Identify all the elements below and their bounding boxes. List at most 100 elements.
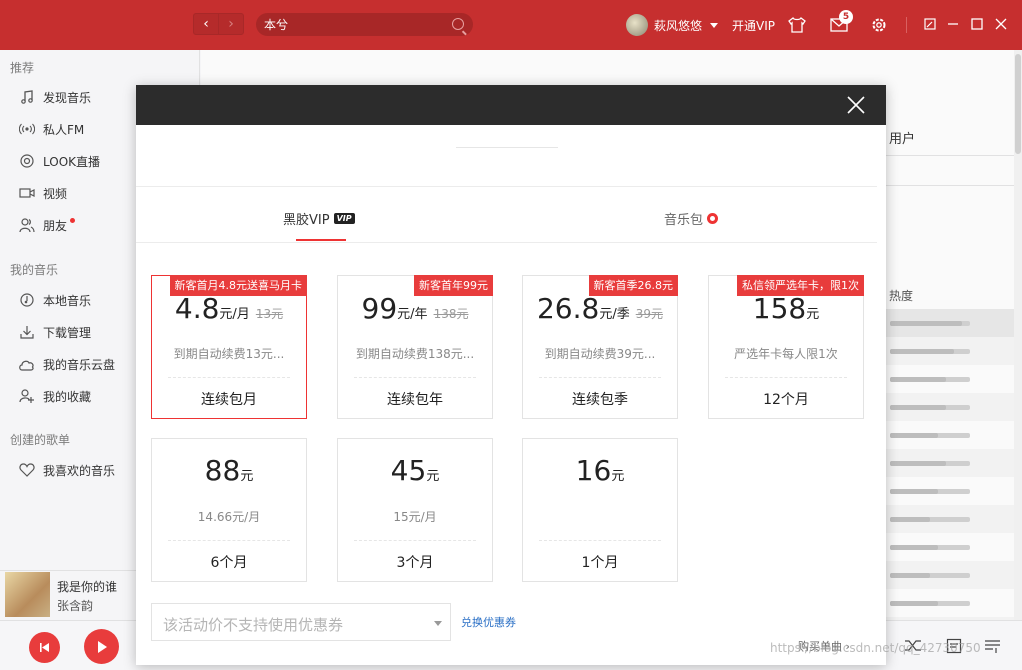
plan-card[interactable]: 私信领严选年卡，限1次 158元 严选年卡每人限1次 12个月 — [708, 275, 864, 419]
result-row[interactable] — [886, 561, 1014, 589]
result-row[interactable] — [886, 421, 1014, 449]
popularity-fill — [890, 489, 938, 494]
plan-card[interactable]: 16元 1个月 — [522, 438, 678, 582]
dashed-divider — [354, 540, 476, 541]
heart-icon — [18, 462, 35, 479]
local-music-icon — [18, 292, 35, 309]
sidebar-item-label: 本地音乐 — [43, 293, 92, 308]
plan-description: 15元/月 — [393, 510, 437, 524]
dashed-divider — [539, 540, 661, 541]
price-unit: 元 — [426, 469, 440, 484]
result-row[interactable] — [886, 533, 1014, 561]
tab-music-pack[interactable]: 音乐包 — [664, 209, 719, 228]
plan-card[interactable]: 新客首年99元 99元/年 138元 到期自动续费138元... 连续包年 — [337, 275, 493, 419]
popularity-fill — [890, 377, 946, 382]
sidebar-item-label: 下载管理 — [43, 325, 92, 340]
section-title-created-playlists: 创建的歌单 — [10, 433, 71, 447]
plan-description: 到期自动续费13元... — [173, 347, 285, 361]
vip-icon: VIP — [333, 213, 355, 224]
section-title-my-music: 我的音乐 — [10, 263, 59, 277]
search-input[interactable] — [264, 13, 449, 36]
cloud-icon — [18, 356, 35, 373]
popularity-bar — [890, 377, 970, 382]
forward-button[interactable]: › — [218, 14, 243, 34]
plan-card[interactable]: 新客首季26.8元 26.8元/季 39元 到期自动续费39元... 连续包季 — [522, 275, 678, 419]
plan-price: 88元 — [152, 454, 306, 487]
coupon-select[interactable]: 该活动价不支持使用优惠券 — [151, 603, 451, 641]
back-button[interactable]: ‹ — [194, 14, 218, 34]
popularity-fill — [890, 601, 938, 606]
plan-term: 1个月 — [581, 555, 619, 571]
gear-icon[interactable] — [868, 14, 890, 36]
collection-icon — [18, 388, 35, 405]
original-price: 39元 — [635, 307, 663, 321]
tab-label: 音乐包 — [664, 213, 704, 228]
result-row[interactable] — [886, 477, 1014, 505]
plan-term: 6个月 — [210, 555, 248, 571]
song-title[interactable]: 我是你的谁 — [57, 578, 117, 595]
divider — [886, 155, 1014, 156]
tab-black-vip[interactable]: 黑胶VIP VIP — [283, 209, 355, 228]
plan-description: 到期自动续费138元... — [355, 347, 475, 361]
result-row[interactable] — [886, 589, 1014, 617]
video-icon — [18, 185, 35, 202]
plan-price: 99元/年 138元 — [338, 292, 492, 325]
maximize-icon[interactable] — [967, 14, 987, 34]
song-artist[interactable]: 张含韵 — [57, 597, 93, 614]
result-row[interactable] — [886, 393, 1014, 421]
plan-term: 3个月 — [396, 555, 434, 571]
result-row[interactable] — [886, 309, 1014, 337]
tab-label: 黑胶VIP — [283, 213, 330, 228]
sidebar-item-label: 我的音乐云盘 — [43, 357, 116, 372]
main-scrollbar[interactable] — [1014, 50, 1022, 620]
dashed-divider — [168, 540, 290, 541]
plan-card[interactable]: 新客首月4.8元送喜马月卡 4.8元/月 13元 到期自动续费13元... 连续包月 — [151, 275, 307, 419]
dialog-scroll-area — [877, 125, 886, 665]
skin-icon[interactable] — [786, 14, 808, 36]
sidebar-item-label: LOOK直播 — [43, 154, 101, 169]
scrollbar-thumb[interactable] — [1015, 54, 1021, 154]
active-tab-indicator — [296, 239, 346, 241]
price-value: 45 — [390, 454, 427, 487]
username[interactable]: 萩风悠悠 — [654, 17, 702, 34]
download-icon — [18, 324, 35, 341]
popularity-bar — [890, 489, 970, 494]
popularity-bar — [890, 433, 970, 438]
search-box — [256, 13, 473, 36]
plan-term: 连续包年 — [387, 392, 443, 408]
vip-purchase-dialog: 黑胶VIP VIP 音乐包 新客首月4.8元送喜马月卡 4.8元/月 13元 到期自动… — [136, 85, 886, 665]
sidebar-item-label: 视频 — [43, 186, 68, 201]
plan-price: 4.8元/月 13元 — [152, 292, 306, 325]
open-vip-link[interactable]: 开通VIP — [732, 17, 775, 34]
dashed-divider — [725, 377, 847, 378]
album-cover[interactable] — [5, 572, 50, 617]
divider — [886, 185, 1014, 186]
popularity-bar — [890, 517, 970, 522]
plan-description: 到期自动续费39元... — [544, 347, 656, 361]
popularity-fill — [890, 545, 938, 550]
previous-track-button[interactable] — [29, 632, 60, 663]
popularity-fill — [890, 517, 930, 522]
plan-card[interactable]: 88元 14.66元/月 6个月 — [151, 438, 307, 582]
divider — [136, 242, 886, 243]
close-icon[interactable] — [991, 14, 1011, 34]
plan-card[interactable]: 45元 15元/月 3个月 — [337, 438, 493, 582]
user-avatar[interactable] — [626, 14, 648, 36]
search-icon[interactable] — [452, 18, 464, 30]
users-tab-label[interactable]: 用户 — [889, 128, 915, 147]
result-row[interactable] — [886, 505, 1014, 533]
minimize-icon[interactable] — [943, 14, 963, 34]
mini-mode-icon[interactable] — [920, 14, 940, 34]
section-title-recommend: 推荐 — [10, 61, 35, 75]
original-price: 13元 — [255, 307, 284, 321]
result-row[interactable] — [886, 449, 1014, 477]
title-bar-divider — [906, 17, 907, 33]
dialog-close-icon[interactable] — [842, 91, 870, 119]
result-row[interactable] — [886, 365, 1014, 393]
redeem-coupon-link[interactable]: 兑换优惠券 — [461, 614, 516, 630]
play-button[interactable] — [84, 629, 119, 664]
plan-price: 158元 — [709, 292, 863, 325]
result-row[interactable] — [886, 337, 1014, 365]
chevron-down-icon[interactable] — [710, 23, 718, 28]
playlist-icon[interactable] — [982, 636, 1002, 656]
